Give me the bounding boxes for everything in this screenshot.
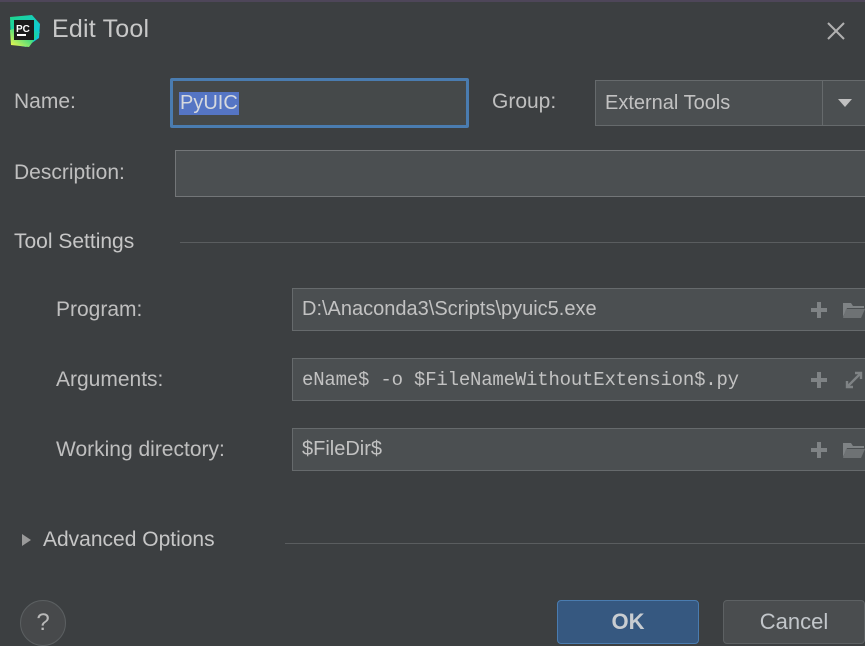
plus-icon[interactable] — [808, 299, 830, 321]
triangle-right-icon — [22, 534, 31, 546]
help-button[interactable]: ? — [20, 600, 66, 646]
cancel-button[interactable]: Cancel — [723, 600, 865, 644]
name-selected-text: PyUIC — [179, 91, 239, 115]
working-directory-label: Working directory: — [56, 438, 225, 461]
program-input[interactable]: D:\Anaconda3\Scripts\pyuic5.exe — [292, 288, 865, 331]
advanced-options-label: Advanced Options — [43, 528, 215, 551]
arguments-label: Arguments: — [56, 368, 164, 391]
arguments-field-icons — [808, 368, 865, 392]
tool-settings-section-label: Tool Settings — [14, 230, 135, 253]
program-field-icons — [808, 299, 865, 321]
cancel-button-label: Cancel — [759, 609, 829, 634]
name-input-value: PyUIC — [173, 91, 239, 115]
folder-icon[interactable] — [842, 300, 865, 320]
help-icon: ? — [36, 609, 50, 636]
description-label: Description: — [14, 161, 125, 184]
expand-icon[interactable] — [842, 368, 865, 392]
group-label: Group: — [492, 90, 557, 113]
folder-icon[interactable] — [842, 440, 865, 460]
program-input-value: D:\Anaconda3\Scripts\pyuic5.exe — [302, 298, 597, 320]
working-directory-input[interactable]: $FileDir$ — [292, 428, 865, 471]
pycharm-logo-icon: PC — [8, 14, 42, 48]
arguments-input[interactable]: eName$ -o $FileNameWithoutExtension$.py — [292, 358, 865, 401]
plus-icon[interactable] — [808, 369, 830, 391]
name-input[interactable]: PyUIC — [170, 78, 469, 128]
group-combo-value: External Tools — [605, 91, 731, 114]
name-label: Name: — [14, 90, 76, 113]
plus-icon[interactable] — [808, 439, 830, 461]
working-directory-input-value: $FileDir$ — [302, 438, 383, 460]
window-title: Edit Tool — [52, 15, 150, 43]
program-label: Program: — [56, 298, 143, 321]
advanced-options-separator — [285, 543, 865, 544]
close-icon[interactable] — [811, 6, 861, 56]
chevron-down-icon — [836, 97, 854, 109]
group-combo-input[interactable]: External Tools — [595, 80, 823, 126]
working-directory-field-icons — [808, 439, 865, 461]
title-bar: PC Edit Tool — [0, 0, 865, 58]
svg-text:PC: PC — [16, 24, 30, 35]
description-input[interactable] — [175, 150, 865, 197]
ok-button-label: OK — [611, 609, 645, 634]
arguments-input-value: eName$ -o $FileNameWithoutExtension$.py — [302, 368, 739, 391]
advanced-options-toggle[interactable]: Advanced Options — [22, 528, 215, 552]
group-dropdown-button[interactable] — [823, 80, 865, 126]
tool-settings-separator — [180, 242, 865, 243]
ok-button[interactable]: OK — [557, 600, 699, 644]
